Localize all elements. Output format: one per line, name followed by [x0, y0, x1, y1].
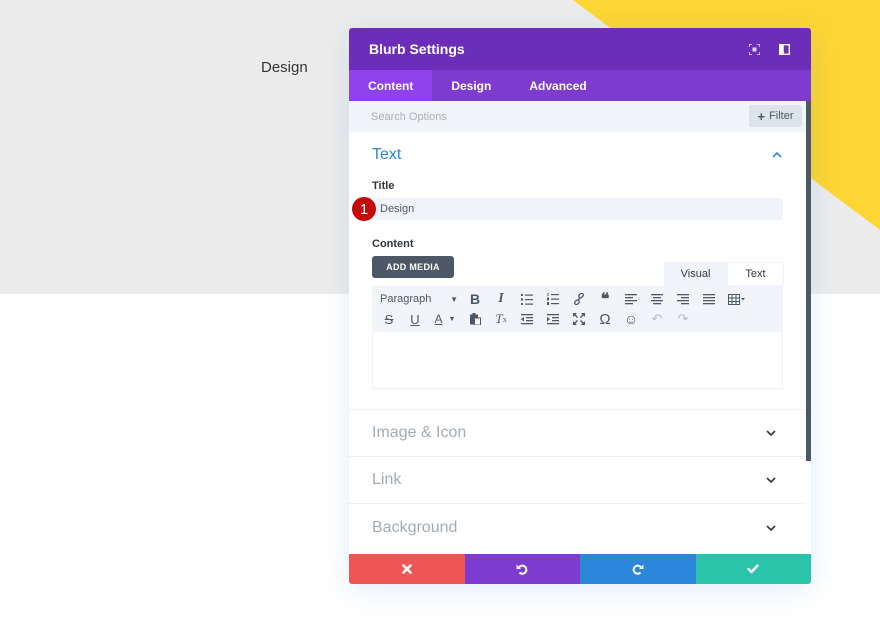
cancel-button[interactable] [349, 554, 465, 584]
editor-mode-tabs: Visual Text [664, 262, 784, 286]
align-right-icon[interactable] [670, 289, 696, 309]
tab-design[interactable]: Design [432, 70, 510, 101]
save-button[interactable] [695, 554, 811, 584]
chevron-up-icon[interactable] [770, 148, 784, 162]
blockquote-icon[interactable]: ❝ [592, 289, 618, 309]
toolbar-row-1: Paragraph ▼ B I ❝ [376, 289, 779, 309]
format-select[interactable]: Paragraph ▼ [376, 293, 462, 305]
focus-mode-icon[interactable] [747, 42, 761, 56]
sidebar-toggle-icon[interactable] [777, 42, 791, 56]
search-options-input[interactable] [371, 110, 806, 123]
tab-text[interactable]: Text [727, 262, 784, 286]
modal-title: Blurb Settings [369, 41, 465, 57]
modal-header: Blurb Settings [349, 28, 811, 70]
modal-body: + Filter Text Title 1 Content [349, 101, 806, 554]
section-background-title: Background [372, 518, 458, 536]
emoji-icon[interactable]: ☺ [618, 309, 644, 329]
toolbar-row-2: S U A ▼ Tx Ω ☺ ↶ ↷ [376, 309, 779, 329]
undo-icon [516, 564, 528, 575]
modal-footer [349, 554, 811, 584]
blurb-title-preview: Design [261, 59, 308, 76]
editor-toolbar: Paragraph ▼ B I ❝ S U A ▼ T x Ω ☺ ↶ ↷ [372, 286, 783, 332]
align-center-icon[interactable] [644, 289, 670, 309]
chevron-down-icon[interactable] [764, 426, 778, 440]
section-image-icon-title: Image & Icon [372, 424, 467, 441]
bold-icon[interactable]: B [462, 289, 488, 309]
section-image-icon[interactable]: Image & Icon [349, 410, 806, 457]
align-left-icon[interactable] [618, 289, 644, 309]
section-text-title: Text [372, 146, 402, 163]
content-field-label: Content [372, 238, 414, 250]
add-media-button[interactable]: ADD MEDIA [372, 256, 454, 278]
strikethrough-icon[interactable]: S [376, 309, 402, 329]
tab-content[interactable]: Content [349, 70, 433, 101]
section-text: Text Title 1 Content ADD MEDIA Visual Te… [349, 132, 806, 410]
title-input[interactable] [372, 198, 783, 220]
chevron-down-icon[interactable] [764, 521, 778, 535]
format-select-value: Paragraph [380, 293, 432, 305]
text-color-icon[interactable]: A ▼ [428, 309, 462, 329]
step-badge: 1 [352, 197, 376, 221]
indent-icon[interactable] [540, 309, 566, 329]
scrollbar[interactable] [806, 101, 811, 461]
section-link-title: Link [372, 471, 402, 488]
italic-icon[interactable]: I [488, 289, 514, 309]
tab-advanced[interactable]: Advanced [510, 70, 605, 101]
redo-icon[interactable]: ↷ [670, 309, 696, 329]
numbered-list-icon[interactable] [540, 289, 566, 309]
paste-as-text-icon[interactable] [462, 309, 488, 329]
table-icon[interactable] [722, 289, 752, 309]
section-text-header[interactable]: Text [372, 146, 784, 164]
bullet-list-icon[interactable] [514, 289, 540, 309]
content-editor[interactable] [372, 332, 783, 389]
title-field: 1 [352, 197, 783, 221]
redo-button[interactable] [580, 554, 696, 584]
section-link[interactable]: Link [349, 457, 806, 504]
chevron-down-icon[interactable] [764, 473, 778, 487]
check-icon [747, 564, 759, 574]
outdent-icon[interactable] [514, 309, 540, 329]
fullscreen-icon[interactable] [566, 309, 592, 329]
modal-tabs: Content Design Advanced [349, 70, 811, 101]
undo-button[interactable] [464, 554, 580, 584]
caret-down-icon: ▼ [450, 294, 458, 304]
tab-visual[interactable]: Visual [664, 262, 727, 286]
plus-icon: + [757, 108, 766, 124]
page: Design Blurb Settings Content Design Adv… [0, 0, 880, 633]
blurb-settings-modal: Blurb Settings Content Design Advanced +… [349, 28, 811, 584]
underline-icon[interactable]: U [402, 309, 428, 329]
close-icon [401, 564, 412, 574]
clear-formatting-icon[interactable]: Tx [488, 309, 514, 329]
undo-icon[interactable]: ↶ [644, 309, 670, 329]
filter-label: Filter [769, 110, 794, 122]
redo-icon [632, 564, 644, 575]
title-field-label: Title [372, 180, 395, 192]
search-bar: + Filter [349, 101, 806, 132]
link-icon[interactable] [566, 289, 592, 309]
filter-button[interactable]: + Filter [749, 105, 802, 127]
editor-top-bar: ADD MEDIA Visual Text [372, 256, 784, 286]
align-justify-icon[interactable] [696, 289, 722, 309]
special-character-icon[interactable]: Ω [592, 309, 618, 329]
section-background[interactable]: Background [349, 504, 806, 551]
